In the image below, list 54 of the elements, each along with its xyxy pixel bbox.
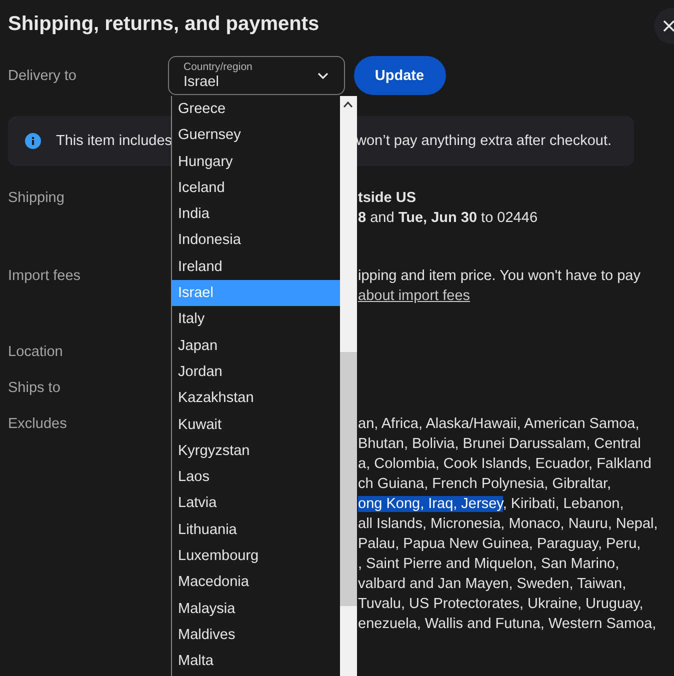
row-value: 8 and Tue, Jun 30 to 02446 [358, 209, 539, 228]
update-button[interactable]: Update [354, 56, 446, 95]
row-label: Location [8, 343, 63, 362]
country-option[interactable]: Guernsey [172, 122, 340, 149]
country-option[interactable]: Lithuania [172, 516, 340, 544]
row-value: tside US [358, 189, 418, 208]
country-option[interactable]: Malaysia [172, 596, 340, 622]
row-value: Tuvalu, US Protectorates, Ukraine, Uruguay, [358, 595, 644, 614]
country-option[interactable]: Kazakhstan [172, 385, 340, 412]
selected-text: ong Kong, Iraq, Jersey [358, 496, 503, 512]
row-value: an, Africa, Alaska/Hawaii, American Samoa, [358, 415, 640, 434]
country-option[interactable]: Italy [172, 306, 340, 333]
info-icon [25, 133, 41, 149]
close-icon [663, 20, 674, 32]
country-option[interactable]: India [172, 201, 340, 228]
country-option[interactable]: Maldives [172, 622, 340, 648]
country-option[interactable]: Indonesia [172, 227, 340, 254]
country-option[interactable]: Japan [172, 332, 340, 359]
row-label: Ships to [8, 379, 60, 398]
import-fees-link[interactable]: about import fees [358, 288, 470, 304]
banner-text: This item includes [56, 133, 172, 149]
country-option[interactable]: Malta [172, 648, 340, 675]
row-label: Delivery to [8, 68, 76, 84]
scrollbar[interactable] [340, 96, 357, 676]
country-option[interactable]: Macedonia [172, 569, 340, 596]
country-select[interactable]: Country/region Israel [168, 56, 344, 95]
row-label: Shipping [8, 189, 64, 208]
banner-text: won’t pay anything extra after checkout. [356, 133, 612, 149]
row-value: Palau, Papua New Guinea, Paraguay, Peru, [358, 535, 642, 554]
country-option[interactable]: Iceland [172, 174, 340, 202]
country-option[interactable]: Greece [172, 96, 340, 122]
country-option[interactable]: Latvia [172, 490, 340, 517]
country-option[interactable]: Kuwait [172, 412, 340, 438]
row-value: , Kiribati, Lebanon, [502, 496, 624, 512]
row-value: ipping and item price. You won't have to pay [358, 267, 642, 286]
row-value: enezuela, Wallis and Futuna, Western Samoa, [358, 615, 658, 634]
row-value: valbard and Jan Mayen, Sweden, Taiwan, [358, 575, 628, 594]
row-value: a, Colombia, Cook Islands, Ecuador, Falkland [358, 455, 652, 474]
chevron-down-icon [316, 72, 328, 80]
row-label: Excludes [8, 415, 67, 434]
country-option[interactable]: Ireland [172, 254, 340, 280]
row-label: Import fees [8, 267, 81, 286]
dialog-title: Shipping, returns, and payments [8, 12, 320, 36]
country-option[interactable]: Luxembourg [172, 543, 340, 570]
row-value: Bhutan, Bolivia, Brunei Darussalam, Central [358, 435, 642, 454]
scrollbar-thumb[interactable] [340, 352, 357, 606]
scroll-up-icon[interactable] [343, 101, 353, 108]
row-value: ch Guiana, French Polynesia, Gibraltar, [358, 475, 612, 494]
row-value: , Saint Pierre and Miquelon, San Marino, [358, 555, 620, 574]
country-option[interactable]: Laos [172, 464, 340, 490]
country-option[interactable]: Kyrgyzstan [172, 438, 340, 464]
country-option[interactable]: Jordan [172, 358, 340, 386]
country-option[interactable]: Hungary [172, 148, 340, 175]
row-value: all Islands, Micronesia, Monaco, Nauru, Nepal, [358, 515, 659, 534]
